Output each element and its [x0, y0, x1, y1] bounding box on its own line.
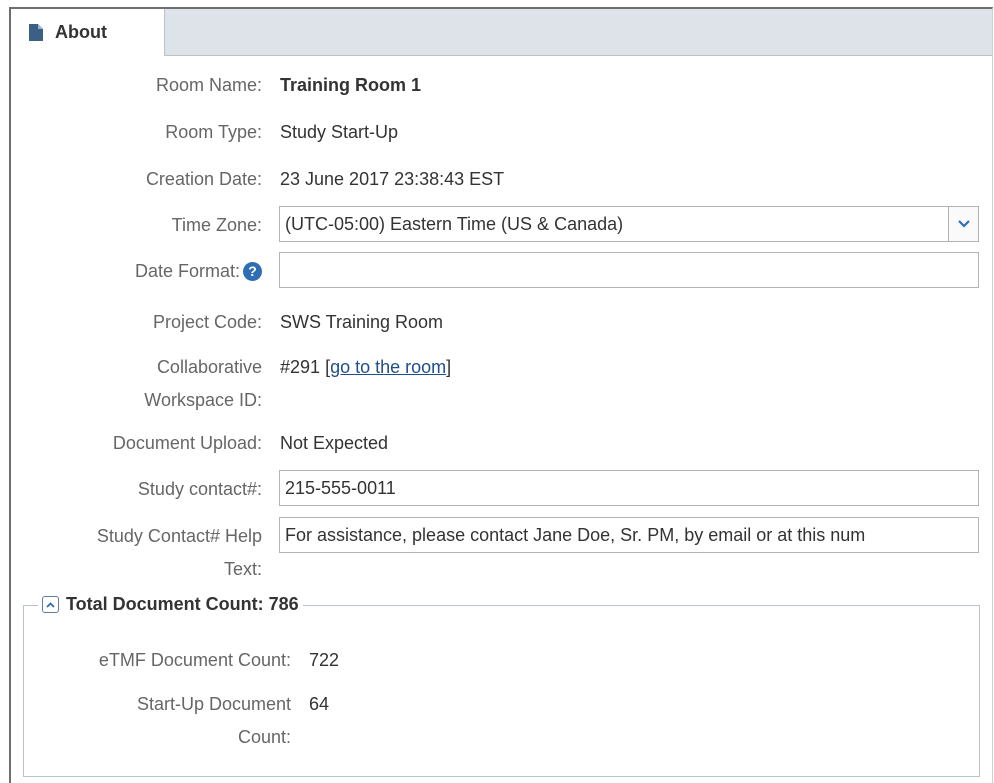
about-panel: About Room Name: Training Room 1 Room Ty…	[9, 7, 993, 783]
time-zone-label: Time Zone:	[171, 215, 262, 235]
chevron-down-icon	[957, 220, 970, 228]
study-contact-label: Study contact#:	[137, 479, 262, 499]
room-type-value: Study Start-Up	[280, 122, 399, 142]
time-zone-value: (UTC-05:00) Eastern Time (US & Canada)	[285, 214, 624, 234]
workspace-id-value: #291 [go to the room]	[280, 357, 452, 377]
collapse-button[interactable]	[42, 596, 59, 613]
tab-about-label: About	[55, 22, 107, 42]
workspace-id-label: Collaborative Workspace ID:	[144, 357, 262, 410]
date-format-input[interactable]	[279, 252, 979, 288]
document-upload-label: Document Upload:	[112, 433, 262, 453]
creation-date-value: 23 June 2017 23:38:43 EST	[280, 169, 505, 189]
go-to-room-link[interactable]: go to the room	[330, 357, 446, 377]
document-upload-value: Not Expected	[280, 433, 389, 453]
study-contact-help-label: Study Contact# Help Text:	[96, 526, 262, 579]
tab-about[interactable]: About	[11, 9, 165, 56]
document-count-title: Total Document Count: 786	[66, 594, 299, 614]
room-name-label: Room Name:	[155, 75, 262, 95]
time-zone-select[interactable]: (UTC-05:00) Eastern Time (US & Canada)	[279, 206, 979, 242]
room-name-value: Training Room 1	[280, 75, 422, 95]
etmf-count-label: eTMF Document Count:	[98, 650, 291, 670]
document-count-section: Total Document Count: 786 eTMF Document …	[23, 594, 980, 777]
study-contact-help-value: For assistance, please contact Jane Doe,…	[285, 525, 866, 545]
creation-date-label: Creation Date:	[145, 169, 262, 189]
document-icon	[29, 24, 43, 41]
study-contact-help-input[interactable]: For assistance, please contact Jane Doe,…	[279, 517, 979, 553]
project-code-label: Project Code:	[152, 312, 262, 332]
startup-count-label: Start-Up Document Count:	[136, 694, 291, 747]
chevron-up-icon	[46, 601, 55, 608]
question-circle-icon[interactable]: ?	[243, 262, 262, 281]
project-code-value: SWS Training Room	[280, 312, 444, 332]
document-count-legend: Total Document Count: 786	[38, 594, 303, 615]
etmf-count-value: 722	[309, 650, 340, 670]
time-zone-dropdown-button[interactable]	[948, 207, 978, 241]
study-contact-input[interactable]: 215-555-0011	[279, 470, 979, 506]
tab-bar: About	[11, 9, 992, 56]
startup-count-value: 64	[309, 694, 330, 714]
date-format-label: Date Format:?	[135, 255, 262, 288]
study-contact-value: 215-555-0011	[285, 478, 396, 498]
room-type-label: Room Type:	[165, 122, 262, 142]
